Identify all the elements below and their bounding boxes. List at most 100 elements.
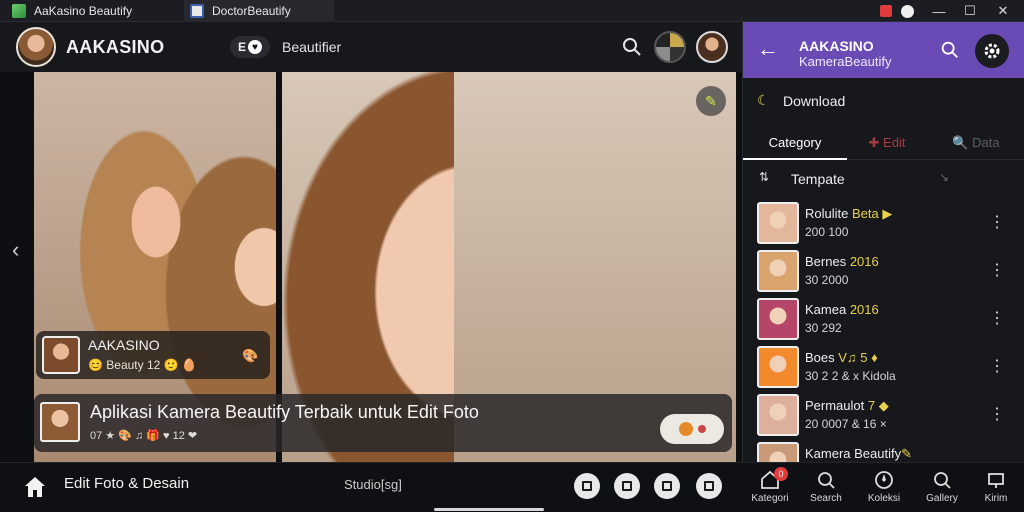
search-icon — [934, 472, 951, 489]
item-thumbnail — [757, 442, 799, 462]
heart-icon — [697, 425, 706, 433]
nav-label: Kirim — [984, 493, 1008, 504]
heart-icon: ♥ — [248, 40, 262, 54]
more-vertical-icon[interactable]: ⋮ — [989, 260, 1005, 280]
send-icon — [988, 473, 1004, 488]
window-tab-active[interactable]: AaKasino Beautify — [6, 0, 178, 22]
nav-label: Koleksi — [867, 493, 901, 504]
window-titlebar: AaKasino Beautify DoctorBeautify — ☐ ✕ — [0, 0, 1024, 22]
back-arrow-icon[interactable]: ← — [757, 36, 779, 62]
search-icon — [818, 472, 835, 489]
sort-icon: ⇅ — [759, 170, 770, 184]
user-name: AAKASINO — [88, 337, 160, 353]
window-tab-label: DoctorBeautify — [212, 4, 291, 18]
app-icon — [12, 4, 26, 18]
list-item[interactable]: Boes V♫ 5 ♦ 30 2 2 & x Kidola ⋮ — [743, 344, 1024, 392]
avatar — [42, 336, 80, 374]
home-icon[interactable] — [22, 474, 48, 500]
nav-label: Kategori — [751, 493, 789, 504]
nav-kirim[interactable]: Kirim — [968, 467, 1024, 511]
brand-avatar[interactable] — [16, 27, 56, 67]
nav-search[interactable]: Search — [798, 467, 854, 511]
user-meta: 😊 Beauty 12 🙂 🥚 — [88, 358, 197, 372]
search-icon[interactable] — [620, 35, 644, 59]
tag-icon: ☾ — [757, 92, 770, 108]
nav-koleksi[interactable]: Koleksi — [856, 467, 912, 511]
home-indicator[interactable] — [434, 508, 544, 511]
item-title: Bernes 2016 — [805, 254, 879, 269]
more-vertical-icon[interactable]: ⋮ — [989, 404, 1005, 424]
bottom-title: Edit Foto & Desain — [64, 475, 190, 492]
item-title: Permaulot 7 ◆ — [805, 398, 889, 413]
expand-icon: ↘ — [939, 170, 950, 184]
header-label: Beautifier — [282, 39, 342, 55]
book-icon[interactable] — [696, 473, 722, 499]
more-vertical-icon[interactable]: ⋮ — [989, 212, 1005, 232]
item-thumbnail — [757, 250, 799, 292]
brush-icon[interactable]: ✎ — [696, 86, 726, 116]
item-meta: 30 2000 — [805, 273, 849, 287]
user-card[interactable]: AAKASINO 😊 Beauty 12 🙂 🥚 🎨 — [36, 331, 270, 379]
info-icon[interactable] — [892, 0, 922, 22]
list-item[interactable]: Rolulite Beta ▶ 200 100 ⋮ — [743, 200, 1024, 248]
caption-meta: 07 ★ 🎨 ♫ 🎁 ♥ 12 ❤ — [90, 430, 198, 442]
caption-title: Aplikasi Kamera Beautify Terbaik untuk E… — [90, 402, 479, 422]
tab-data[interactable]: 🔍 Data — [927, 126, 1024, 160]
header-badge[interactable]: E ♥ — [230, 36, 270, 58]
emoji-icon — [678, 422, 693, 436]
tab-edit[interactable]: ✚ Edit — [847, 126, 927, 160]
window-tab[interactable]: DoctorBeautify — [184, 0, 334, 22]
panel-subtitle: KameraBeautify — [799, 54, 892, 69]
more-vertical-icon[interactable]: ⋮ — [989, 356, 1005, 376]
nav-label: Gallery — [926, 493, 958, 504]
nav-kategori[interactable]: 0 Kategori — [742, 467, 798, 511]
profile-avatar[interactable] — [696, 31, 728, 63]
panel-header: ← AAKASINO KameraBeautify — [743, 22, 1024, 78]
nav-label: Search — [810, 493, 842, 504]
item-title: Boes V♫ 5 ♦ — [805, 350, 878, 365]
palette-icon[interactable]: 🎨 — [242, 348, 258, 364]
download-filter[interactable]: ☾ Download — [743, 86, 1024, 116]
close-button[interactable]: ✕ — [988, 0, 1018, 22]
frame-icon[interactable] — [614, 473, 640, 499]
crop-icon[interactable] — [574, 473, 600, 499]
item-meta: 30 292 — [805, 321, 842, 335]
list-item[interactable]: Bernes 2016 30 2000 ⋮ — [743, 248, 1024, 296]
gear-icon[interactable] — [975, 34, 1009, 68]
more-vertical-icon[interactable]: ⋮ — [989, 308, 1005, 328]
app-header: AAKASINO E ♥ Beautifier — [0, 22, 742, 72]
doc-icon — [190, 4, 204, 18]
filter-wheel-icon[interactable] — [654, 31, 686, 63]
list-item[interactable]: Kamea 2016 30 292 ⋮ — [743, 296, 1024, 344]
item-thumbnail — [757, 298, 799, 340]
item-thumbnail — [757, 202, 799, 244]
item-meta: 200 100 — [805, 225, 849, 239]
panel-bottom-nav: 0 Kategori Search Koleksi Gallery Kirim — [742, 462, 1024, 512]
item-meta: 20 0007 & 16 × — [805, 417, 887, 431]
nav-gallery[interactable]: Gallery — [914, 467, 970, 511]
item-thumbnail — [757, 346, 799, 388]
list-item[interactable]: Permaulot 7 ◆ 20 0007 & 16 × ⋮ — [743, 392, 1024, 440]
tab-category[interactable]: Category — [743, 126, 847, 160]
caption-thumbnail[interactable] — [40, 402, 80, 442]
template-list: Rolulite Beta ▶ 200 100 ⋮ Bernes 2016 30… — [743, 200, 1024, 462]
panel-tabs: Category ✚ Edit 🔍 Data — [743, 126, 1024, 160]
maximize-button[interactable]: ☐ — [955, 0, 985, 22]
minimize-button[interactable]: — — [924, 0, 954, 22]
studio-label[interactable]: Studio[sg] — [344, 477, 402, 492]
layers-icon[interactable] — [654, 473, 680, 499]
search-icon[interactable] — [939, 39, 961, 61]
header-badge-label: E — [237, 40, 246, 54]
caption-bar: Aplikasi Kamera Beautify Terbaik untuk E… — [34, 394, 732, 452]
compass-icon — [875, 471, 893, 489]
sort-row[interactable]: ⇅ Tempate ↘ — [743, 168, 1024, 190]
item-thumbnail — [757, 394, 799, 436]
item-title: Kamea 2016 — [805, 302, 879, 317]
panel-title: AAKASINO — [799, 38, 874, 54]
sort-label: Tempate — [791, 171, 845, 187]
side-panel: ← AAKASINO KameraBeautify ☾ Download Cat… — [742, 22, 1024, 462]
reaction-button[interactable] — [660, 414, 724, 444]
list-item[interactable]: Kamera Beautify✎ — [743, 440, 1024, 462]
bottom-bar: Edit Foto & Desain Studio[sg] — [0, 462, 742, 512]
chevron-left-icon[interactable]: ‹ — [12, 237, 30, 262]
